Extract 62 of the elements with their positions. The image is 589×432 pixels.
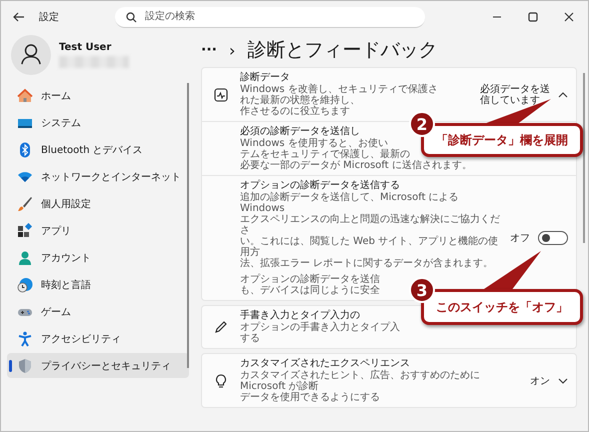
search-icon xyxy=(126,12,137,22)
search-field[interactable]: 設定の検索 xyxy=(115,6,425,28)
breadcrumb-separator: › xyxy=(228,40,236,60)
setting-title: 診断データ xyxy=(240,72,290,84)
pulse-icon xyxy=(214,88,228,102)
sidebar-item[interactable]: ゲーム xyxy=(7,299,189,324)
more-button[interactable]: ··· xyxy=(201,42,217,58)
window-title: 設定 xyxy=(39,10,60,24)
setting-description: テムをセキュリティで保護し、最新の xyxy=(240,149,410,160)
sidebar-item[interactable]: Bluetooth とデバイス xyxy=(7,137,189,162)
setting-description: 作させるのに役立ちます xyxy=(240,106,350,117)
setting-description: オプションの手書き入力とタイプ入 xyxy=(240,322,400,333)
setting-description: カスタマイズされたヒント、広告、おすすめのために Microsoft が診断 xyxy=(240,370,481,392)
user-name: Test User xyxy=(59,42,112,53)
shield-icon xyxy=(17,358,33,374)
sidebar-item[interactable]: アクセシビリティ xyxy=(7,326,189,351)
setting-value: オン xyxy=(530,374,550,388)
setting-title: 必須の診断データを送信し xyxy=(240,126,360,138)
callout-text: 「診断データ」欄を展開 xyxy=(436,132,568,148)
setting-description: 追加の診断データを送信して、Microsoft による Windows xyxy=(240,192,460,214)
setting-title: カスタマイズされたエクスペリエンス xyxy=(240,358,410,370)
sidebar-item[interactable]: 個人用設定 xyxy=(7,191,189,216)
sidebar-item[interactable]: ネットワークとインターネット xyxy=(7,164,189,189)
clock-globe-icon xyxy=(17,276,33,292)
setting-note: も、デバイスは同じように安全 xyxy=(240,285,380,296)
apps-icon xyxy=(17,222,33,238)
sidebar-item[interactable]: プライバシーとセキュリティ xyxy=(7,353,189,378)
setting-title: オプションの診断データを送信する xyxy=(240,180,400,192)
toggle-switch[interactable] xyxy=(538,231,568,245)
maximize-icon[interactable] xyxy=(528,12,538,22)
lightbulb-icon xyxy=(214,374,228,388)
chevron-icon[interactable] xyxy=(558,378,568,384)
bluetooth-icon xyxy=(17,142,33,158)
close-icon[interactable] xyxy=(564,12,574,22)
setting-description: れた最新の状態を維持し、 xyxy=(240,95,360,106)
sidebar-item[interactable]: ホーム xyxy=(7,83,189,108)
setting-note: オプションの診断データを送信 xyxy=(240,274,380,285)
pen-icon xyxy=(214,320,228,334)
chevron-icon[interactable] xyxy=(558,92,568,98)
setting-value: 必須データを送信しています xyxy=(480,84,550,106)
accessibility-icon xyxy=(17,330,33,346)
toggle-state-label: オフ xyxy=(510,232,530,245)
page-title: 診断とフィードバック xyxy=(247,38,438,63)
brush-icon xyxy=(17,196,33,212)
sidebar-item[interactable]: アプリ xyxy=(7,218,189,243)
setting-description: Windows を改善し、セキュリティで保護さ xyxy=(240,84,438,95)
avatar-icon xyxy=(11,35,51,75)
person-icon xyxy=(17,250,33,266)
setting-description: データを使用できるようにする xyxy=(240,392,380,403)
sidebar-item[interactable]: 時刻と言語 xyxy=(7,272,189,297)
setting-description: エクスペリエンスの向上と問題の迅速な解決にご協力くださ xyxy=(240,214,501,236)
sidebar-item[interactable]: アカウント xyxy=(7,245,189,270)
callout-text: このスイッチを「オフ」 xyxy=(436,298,568,316)
setting-description: Windows を使用すると、お使い xyxy=(240,138,388,149)
sidebar-item[interactable]: システム xyxy=(7,110,189,135)
setting-description: い。これには、閲覧した Web サイト、アプリと機能の使用方 xyxy=(240,236,500,258)
setting-title: 手書き入力とタイプ入力の xyxy=(240,310,360,322)
setting-description: する xyxy=(240,333,260,344)
setting-description: 必要な一部のデータが Microsoft に送信されます。 xyxy=(240,160,472,171)
house-icon xyxy=(17,88,33,104)
setting-description: 法、拡張エラー レポートに関するデータが含まれます。 xyxy=(240,258,494,269)
back-icon[interactable] xyxy=(13,12,25,22)
